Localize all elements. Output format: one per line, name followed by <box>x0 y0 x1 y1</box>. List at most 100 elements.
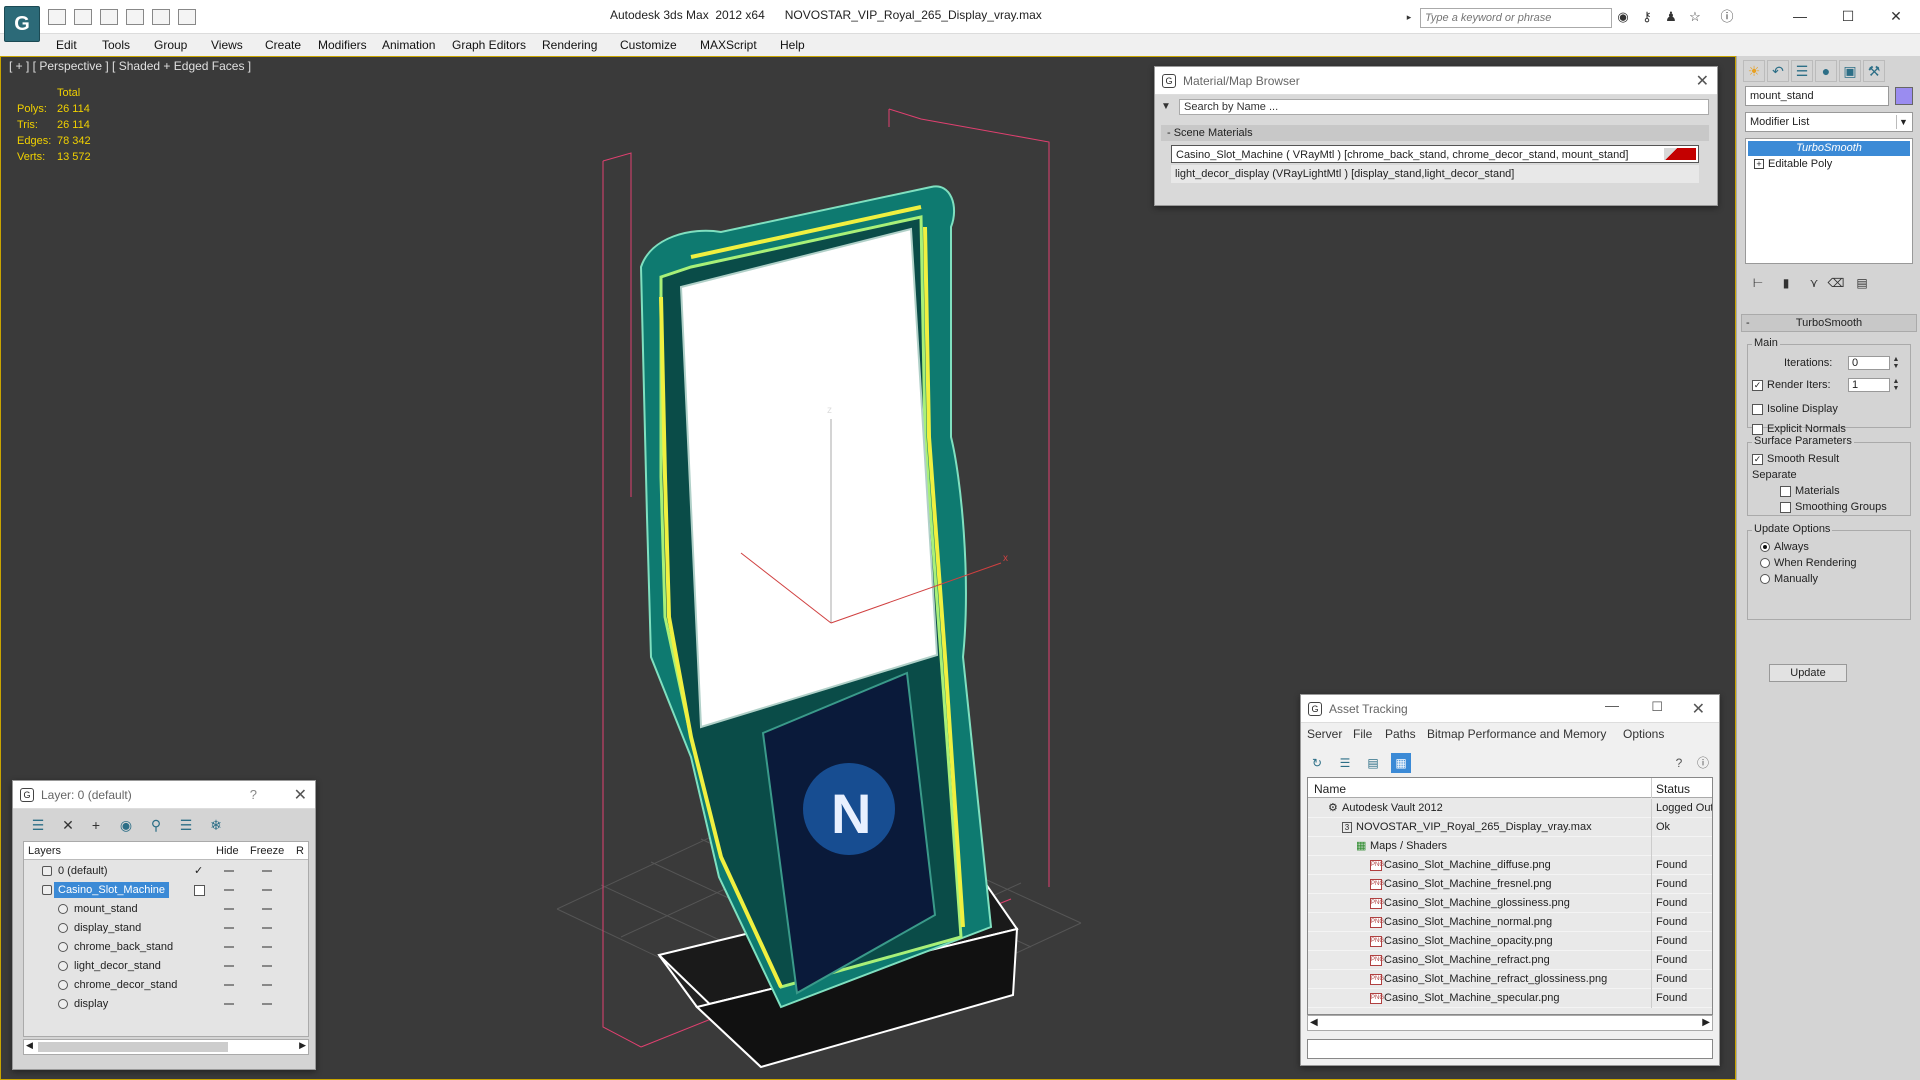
app-logo-icon[interactable]: G <box>4 6 40 42</box>
key-icon[interactable]: ⚷ <box>1638 9 1656 25</box>
create-layer-icon[interactable]: ☰ <box>27 815 49 835</box>
material-browser-titlebar[interactable]: G Material/Map Browser ✕ <box>1155 67 1717 95</box>
filter-icon[interactable]: ▼ <box>1161 101 1175 113</box>
explicit-normals-checkbox[interactable]: Explicit Normals <box>1752 423 1846 435</box>
menu-customize[interactable]: Customize <box>620 38 677 52</box>
menu-file[interactable]: File <box>1353 727 1372 741</box>
search-input[interactable] <box>1421 9 1611 27</box>
scroll-right-icon[interactable]: ▶ <box>1702 1017 1710 1028</box>
refresh-icon[interactable]: ↻ <box>1307 753 1327 773</box>
delete-layer-icon[interactable]: ✕ <box>57 815 79 835</box>
col-status[interactable]: Status <box>1656 782 1690 796</box>
select-objects-icon[interactable]: ◉ <box>115 815 137 835</box>
asset-row-map[interactable]: PNG Casino_Slot_Machine_refract.png Foun… <box>1308 951 1712 970</box>
menu-create[interactable]: Create <box>265 38 301 52</box>
hierarchy-tab-icon[interactable]: ☰ <box>1791 60 1813 82</box>
tree-view-icon[interactable]: ▤ <box>1363 753 1383 773</box>
new-file-icon[interactable] <box>100 9 118 25</box>
update-when-rendering-radio[interactable]: When Rendering <box>1760 557 1857 569</box>
modifier-stack[interactable]: TurboSmooth + Editable Poly <box>1745 138 1913 264</box>
material-map-browser[interactable]: G Material/Map Browser ✕ ▼ Search by Nam… <box>1154 66 1718 206</box>
maximize-icon[interactable]: ☐ <box>1651 699 1663 715</box>
asset-path-field[interactable] <box>1307 1039 1713 1059</box>
expand-icon[interactable]: + <box>1754 159 1764 169</box>
utilities-tab-icon[interactable]: ⚒ <box>1863 60 1885 82</box>
binoculars-icon[interactable]: ◉ <box>1614 9 1632 25</box>
material-search-input[interactable]: Search by Name ... <box>1179 99 1709 115</box>
menu-graph-editors[interactable]: Graph Editors <box>452 38 526 52</box>
remove-modifier-icon[interactable]: ⌫ <box>1827 274 1845 292</box>
spinner-arrows-icon[interactable]: ▲ ▼ <box>1892 356 1900 370</box>
create-tab-icon[interactable]: ☀ <box>1743 60 1765 82</box>
scroll-left-icon[interactable]: ◀ <box>1310 1017 1318 1028</box>
rollout-header[interactable]: - TurboSmooth <box>1741 314 1917 332</box>
stack-item-editable-poly[interactable]: + Editable Poly <box>1748 157 1910 172</box>
update-manually-radio[interactable]: Manually <box>1760 573 1818 585</box>
object-row[interactable]: display_stand <box>24 919 308 938</box>
close-button[interactable]: ✕ <box>1876 4 1916 28</box>
close-icon[interactable]: ✕ <box>1692 699 1705 719</box>
hold-icon[interactable] <box>126 9 144 25</box>
object-name-field[interactable]: mount_stand <box>1745 86 1889 106</box>
menu-help[interactable]: Help <box>780 38 805 52</box>
make-unique-icon[interactable]: ⋎ <box>1805 274 1823 292</box>
user-icon[interactable]: ♟ <box>1662 9 1680 25</box>
material-row[interactable]: light_decor_display (VRayLightMtl ) [dis… <box>1171 165 1699 183</box>
active-check-icon[interactable]: ✓ <box>194 862 203 881</box>
layer-dialog-titlebar[interactable]: G Layer: 0 (default) ? ✕ <box>13 781 315 809</box>
asset-table[interactable]: Name Status ⚙ Autodesk Vault 2012 Logged… <box>1307 777 1713 1015</box>
menu-edit[interactable]: Edit <box>56 38 77 52</box>
object-color-swatch[interactable] <box>1895 87 1913 105</box>
col-freeze[interactable]: Freeze <box>250 845 284 857</box>
asset-row-map[interactable]: PNG Casino_Slot_Machine_refract_glossine… <box>1308 970 1712 989</box>
freeze-all-icon[interactable]: ❄ <box>205 815 227 835</box>
display-tab-icon[interactable]: ▣ <box>1839 60 1861 82</box>
star-icon[interactable]: ☆ <box>1686 9 1704 25</box>
layer-table[interactable]: Layers Hide Freeze R 0 (default) ✓ Casin… <box>23 841 309 1037</box>
asset-row-map[interactable]: PNG Casino_Slot_Machine_specular.png Fou… <box>1308 989 1712 1008</box>
asset-row-maps[interactable]: ▦ Maps / Shaders <box>1308 837 1712 856</box>
menu-rendering[interactable]: Rendering <box>542 38 597 52</box>
asset-row-map[interactable]: PNG Casino_Slot_Machine_glossiness.png F… <box>1308 894 1712 913</box>
scroll-left-icon[interactable]: ◀ <box>26 1040 33 1051</box>
col-render[interactable]: R <box>296 845 304 857</box>
material-row[interactable]: Casino_Slot_Machine ( VRayMtl ) [chrome_… <box>1171 145 1699 163</box>
horizontal-scrollbar[interactable]: ◀ ▶ <box>1307 1015 1713 1031</box>
menu-animation[interactable]: Animation <box>382 38 435 52</box>
scroll-right-icon[interactable]: ▶ <box>299 1040 306 1051</box>
asset-row-map[interactable]: PNG Casino_Slot_Machine_fresnel.png Foun… <box>1308 875 1712 894</box>
object-row[interactable]: chrome_decor_stand <box>24 976 308 995</box>
render-iters-checkbox[interactable]: ✓ Render Iters: <box>1752 379 1831 391</box>
modifier-list-dropdown[interactable]: Modifier List ▼ <box>1745 112 1913 132</box>
menu-paths[interactable]: Paths <box>1385 727 1416 741</box>
render-iters-spinner[interactable]: 1 <box>1848 378 1890 392</box>
object-row[interactable]: light_decor_stand <box>24 957 308 976</box>
update-button[interactable]: Update <box>1769 664 1847 682</box>
menu-options[interactable]: Options <box>1623 727 1664 741</box>
maximize-button[interactable]: ☐ <box>1828 4 1868 28</box>
modify-tab-icon[interactable]: ↶ <box>1767 60 1789 82</box>
separate-materials-checkbox[interactable]: Materials <box>1780 485 1840 497</box>
context-help-icon[interactable]: ⓘ <box>1693 753 1713 773</box>
scrollbar-thumb[interactable] <box>38 1042 228 1052</box>
pin-stack-icon[interactable]: ⊢ <box>1749 274 1767 292</box>
save-file-icon[interactable] <box>74 9 92 25</box>
search-box[interactable] <box>1420 8 1612 28</box>
col-hide[interactable]: Hide <box>216 845 239 857</box>
spinner-arrows-icon[interactable]: ▲ ▼ <box>1892 378 1900 392</box>
object-row[interactable]: mount_stand <box>24 900 308 919</box>
menu-bitmap-performance[interactable]: Bitmap Performance and Memory <box>1427 727 1606 741</box>
asset-row-map[interactable]: PNG Casino_Slot_Machine_diffuse.png Foun… <box>1308 856 1712 875</box>
show-end-result-icon[interactable]: ▮ <box>1777 274 1795 292</box>
asset-row-map[interactable]: PNG Casino_Slot_Machine_opacity.png Foun… <box>1308 932 1712 951</box>
asset-row-max-file[interactable]: 3 NOVOSTAR_VIP_Royal_265_Display_vray.ma… <box>1308 818 1712 837</box>
iterations-spinner[interactable]: 0 <box>1848 356 1890 370</box>
highlight-layer-icon[interactable]: ⚲ <box>145 815 167 835</box>
object-row[interactable]: display <box>24 995 308 1014</box>
help-icon[interactable]: ⓘ <box>1718 9 1736 25</box>
menu-modifiers[interactable]: Modifiers <box>318 38 367 52</box>
col-name[interactable]: Name <box>1314 782 1346 796</box>
list-view-icon[interactable]: ☰ <box>1335 753 1355 773</box>
table-view-icon[interactable]: ▦ <box>1391 753 1411 773</box>
undo-icon[interactable] <box>152 9 170 25</box>
